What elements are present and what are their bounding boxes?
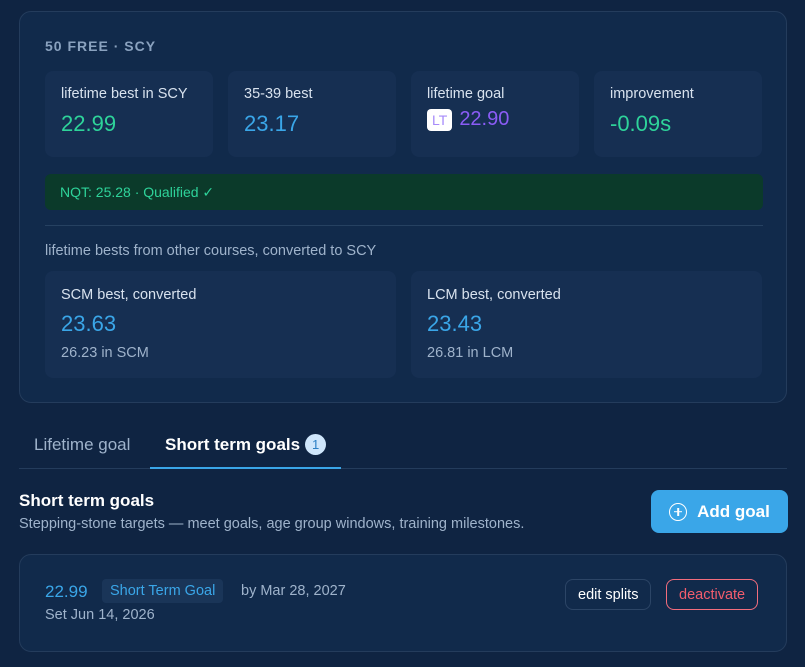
converted-label: LCM best, converted [427, 287, 561, 303]
stat-card-lifetime-best: lifetime best in SCY 22.99 [45, 71, 213, 157]
event-summary-panel: 50 FREE · SCY lifetime best in SCY 22.99… [19, 11, 787, 403]
converted-original: 26.81 in LCM [427, 345, 514, 361]
tab-short-term-goals[interactable]: Short term goals 1 [150, 428, 342, 469]
add-goal-label: Add goal [697, 501, 770, 521]
deactivate-button[interactable]: deactivate [666, 579, 759, 610]
converted-card-lcm: LCM best, converted 23.43 26.81 in LCM [411, 271, 762, 378]
plus-circle-icon [669, 502, 688, 521]
section-subtitle: Stepping-stone targets — meet goals, age… [19, 516, 525, 532]
add-goal-button[interactable]: Add goal [651, 490, 788, 533]
section-title: Short term goals [19, 491, 155, 510]
goal-deadline: by Mar 28, 2027 [241, 583, 346, 599]
tab-count-badge: 1 [305, 434, 327, 455]
stat-card-age-group-best: 35-39 best 23.17 [228, 71, 396, 157]
stat-label: 35-39 best [244, 86, 313, 102]
event-title: 50 FREE · SCY [45, 38, 157, 54]
stat-label: lifetime goal [427, 86, 505, 102]
goal-time: 22.99 [45, 582, 88, 601]
lifetime-goal-badge: LT [427, 108, 453, 131]
stat-value: 23.17 [244, 111, 300, 136]
nqt-status-banner: NQT: 25.28 · Qualified ✓ [45, 174, 763, 210]
tab-lifetime-goal[interactable]: Lifetime goal [34, 428, 130, 468]
goal-set-date: Set Jun 14, 2026 [45, 607, 155, 623]
stat-card-lifetime-goal: lifetime goal LT 22.90 [411, 71, 579, 157]
converted-value: 23.43 [427, 311, 483, 336]
goal-card: 22.99 Short Term Goal by Mar 28, 2027 Se… [19, 554, 787, 652]
stat-label: improvement [610, 86, 694, 102]
converted-value: 23.63 [61, 311, 117, 336]
stat-card-improvement: improvement -0.09s [594, 71, 762, 157]
stat-value: -0.09s [610, 111, 672, 136]
converted-original: 26.23 in SCM [61, 345, 149, 361]
stat-value: 22.90 [459, 108, 510, 130]
stat-value: 22.99 [61, 111, 117, 136]
stat-label: lifetime best in SCY [61, 86, 188, 102]
edit-splits-button[interactable]: edit splits [565, 579, 652, 610]
divider [45, 225, 763, 226]
tab-label: Short term goals [165, 435, 301, 454]
converted-caption: lifetime bests from other courses, conve… [45, 243, 377, 259]
converted-label: SCM best, converted [61, 287, 197, 303]
goal-tabs: Lifetime goal Short term goals 1 [19, 428, 787, 469]
goal-type-badge: Short Term Goal [102, 579, 224, 603]
tab-label: Lifetime goal [34, 435, 131, 454]
converted-card-scm: SCM best, converted 23.63 26.23 in SCM [45, 271, 396, 378]
